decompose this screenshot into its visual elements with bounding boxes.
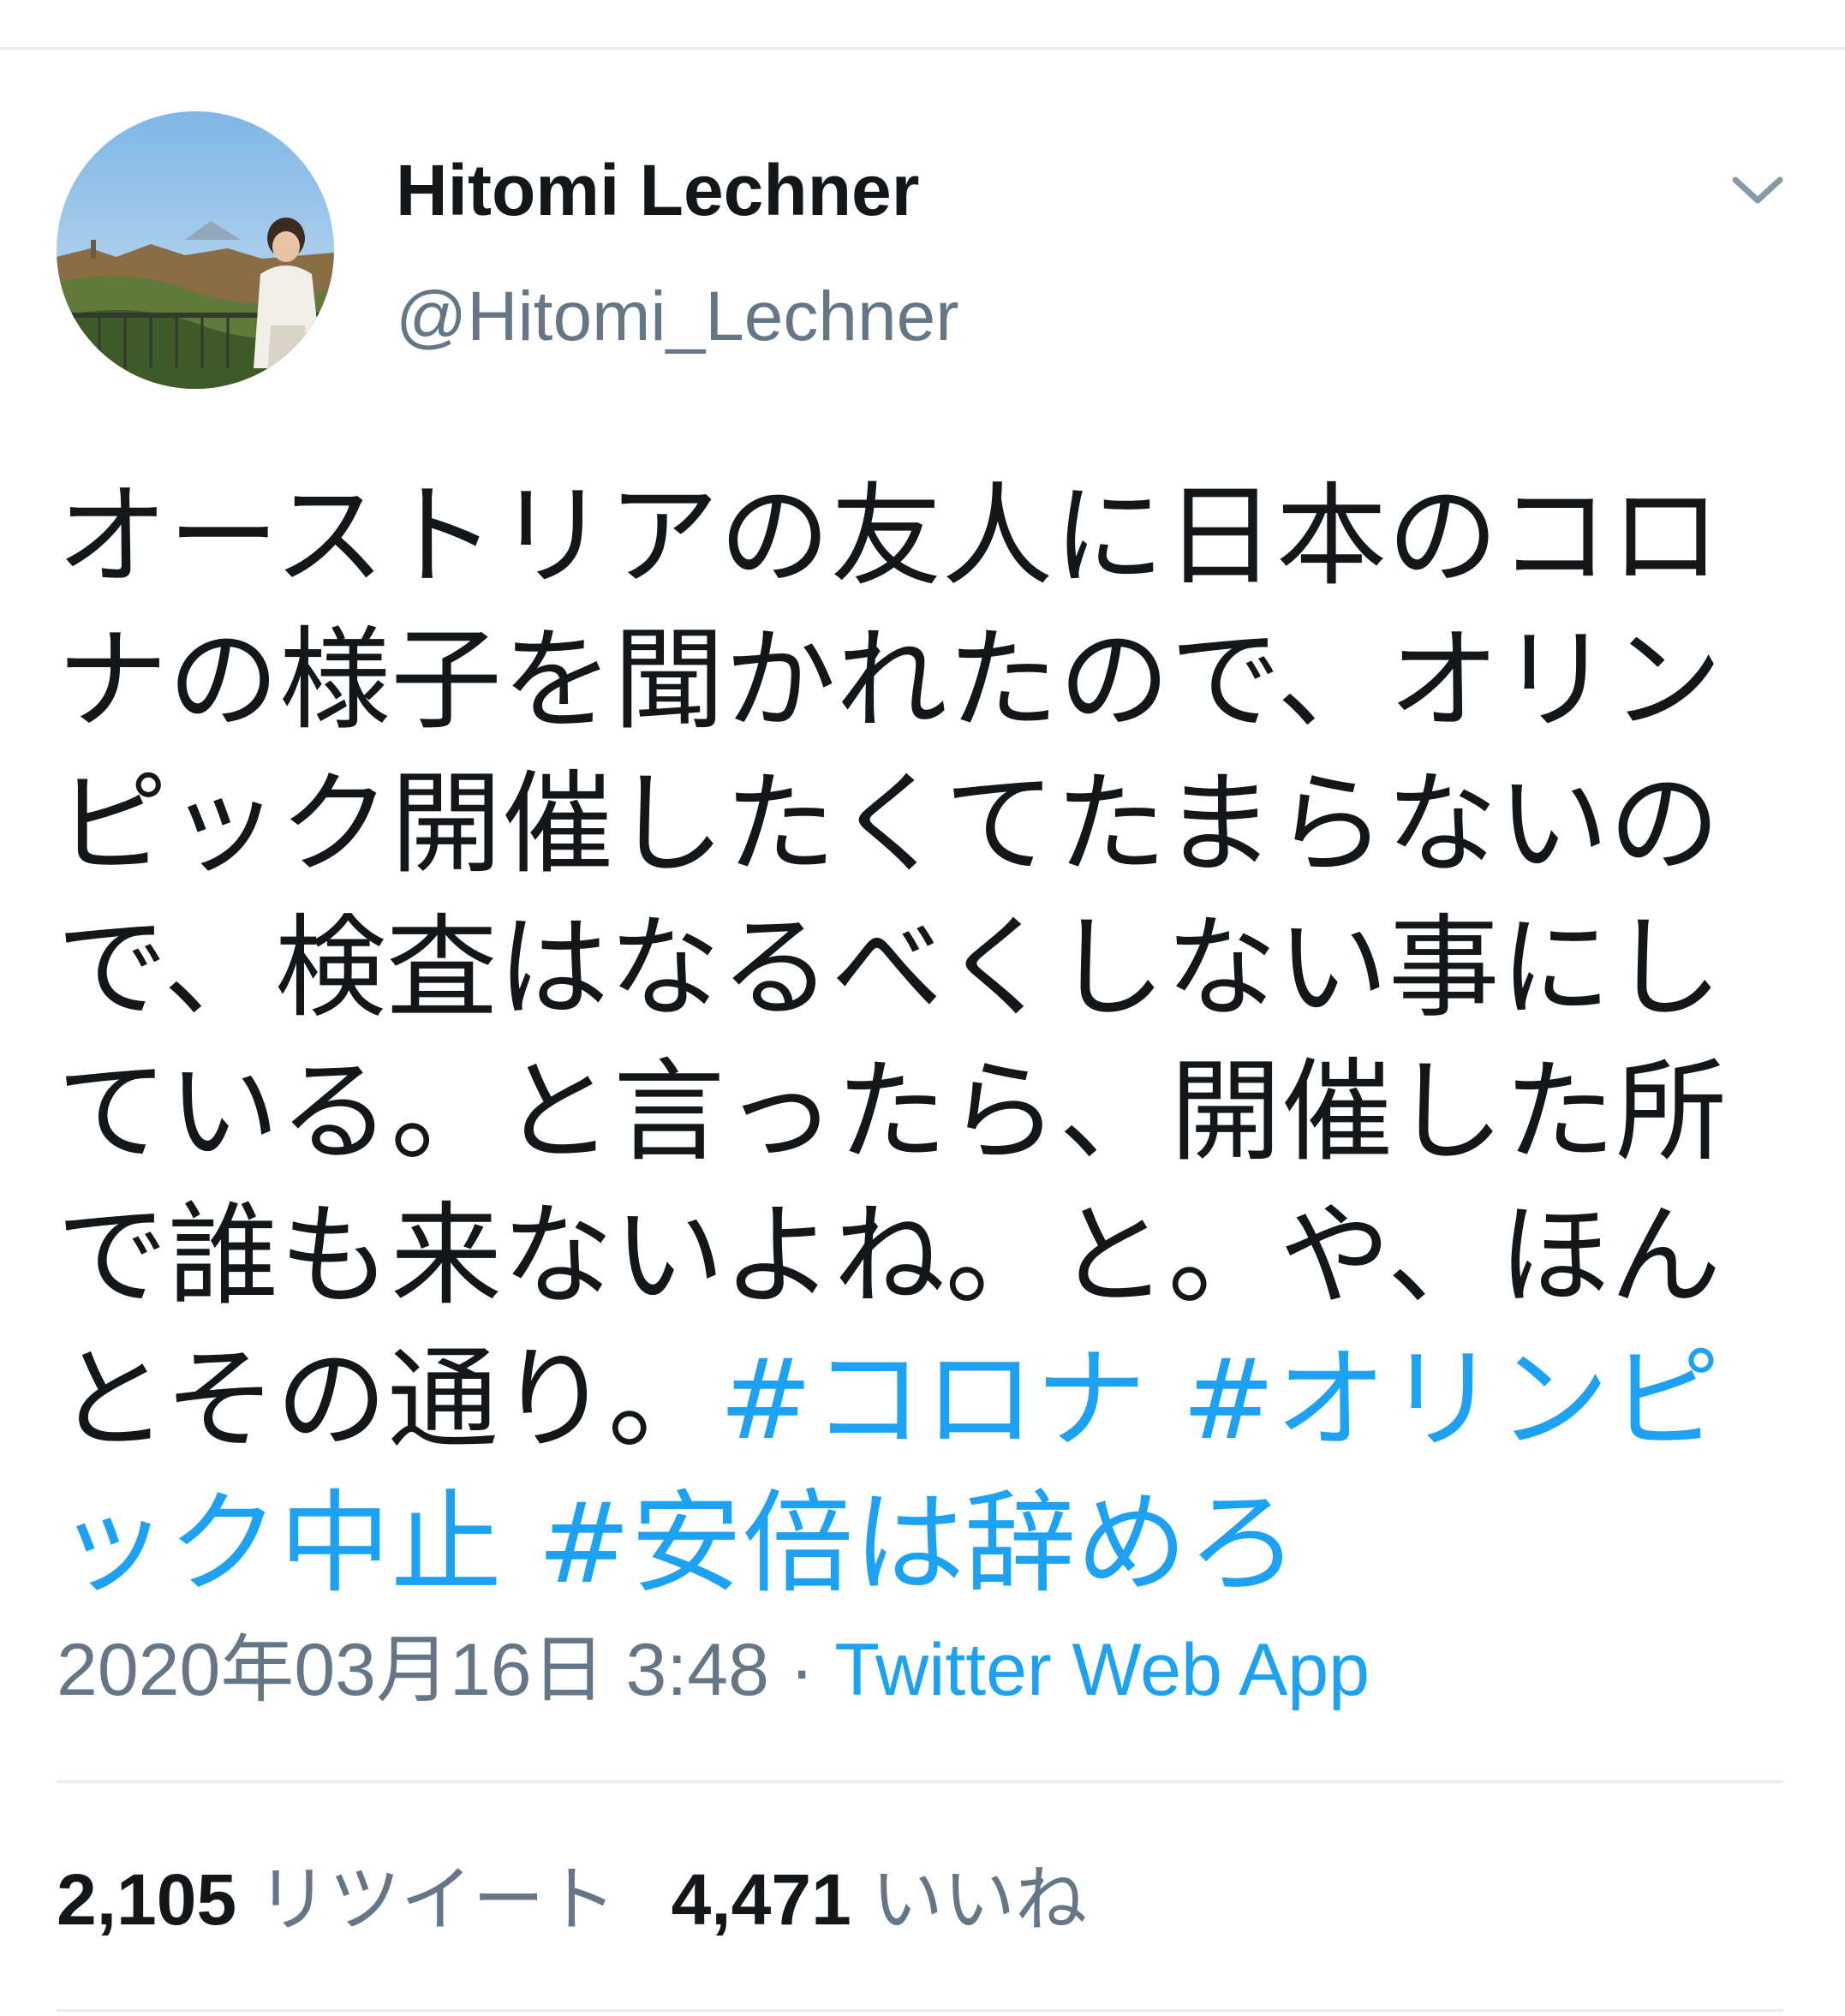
chevron-down-icon: [1732, 176, 1783, 204]
meta-separator: ·: [789, 1629, 815, 1711]
retweets-label: リツイート: [256, 1858, 617, 1941]
hashtag-link[interactable]: #安倍は辞めろ: [537, 1478, 1299, 1608]
retweets-stat[interactable]: 2,105 リツイート: [57, 1857, 617, 1942]
avatar[interactable]: [57, 111, 334, 389]
stats-divider-bottom: [57, 2009, 1783, 2012]
likes-count: 4,471: [671, 1859, 851, 1940]
tweet-stats: 2,105 リツイート 4,471 いいね: [57, 1857, 1087, 1942]
tweet-text: オーストリアの友人に日本のコロナの様子を聞かれたので、オリンピック開催したくてた…: [57, 464, 1770, 1615]
tweet-timestamp[interactable]: 2020年03月16日 3:48: [57, 1629, 769, 1711]
profile-photo: [57, 111, 334, 389]
top-divider: [0, 47, 1845, 50]
author-handle[interactable]: @Hitomi_Lechner: [396, 274, 959, 360]
tweet-body-text: オーストリアの友人に日本のコロナの様子を聞かれたので、オリンピック開催したくてた…: [57, 471, 1728, 1464]
stats-divider-top: [57, 1780, 1783, 1783]
likes-stat[interactable]: 4,471 いいね: [672, 1857, 1088, 1942]
tweet-source-link[interactable]: Twitter Web App: [834, 1629, 1370, 1711]
likes-label: いいね: [871, 1858, 1088, 1941]
hashtag-link[interactable]: #コロナ: [719, 1334, 1147, 1464]
tweet-menu-button[interactable]: [1723, 163, 1792, 214]
retweets-count: 2,105: [57, 1859, 237, 1940]
author-display-name[interactable]: Hitomi Lechner: [396, 147, 919, 233]
tweet-meta: 2020年03月16日 3:48 · Twitter Web App: [57, 1627, 1370, 1713]
